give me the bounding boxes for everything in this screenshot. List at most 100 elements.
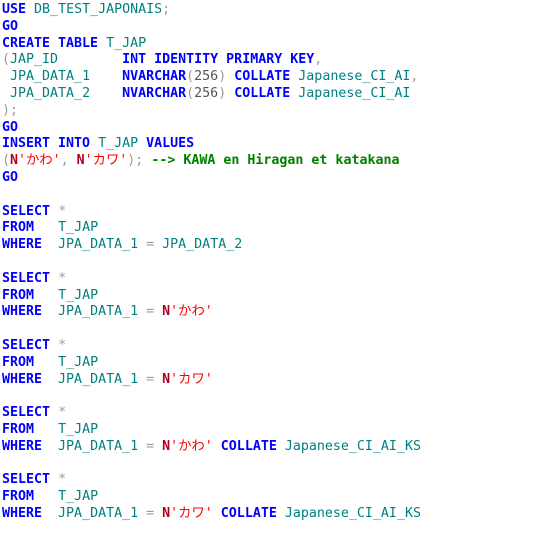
code-line: GO — [2, 19, 534, 36]
code-line: SELECT * — [2, 472, 534, 489]
code-token-pun: ( — [186, 69, 195, 85]
code-token-npfx: N — [162, 505, 171, 521]
code-token-kw: CREATE TABLE — [2, 35, 99, 51]
code-token-kw: GO — [2, 169, 19, 185]
code-token-kw: FROM — [2, 287, 35, 303]
code-token-kw: SELECT — [2, 337, 51, 353]
code-token-kw: FROM — [2, 421, 35, 437]
code-token-id: JPA_DATA_1 — [10, 69, 91, 85]
code-token-star: * — [58, 405, 67, 421]
code-token-kw: SELECT — [2, 472, 51, 488]
code-token-pun: ( — [2, 153, 11, 169]
code-token-pun: = — [146, 237, 155, 253]
code-token-cmt: --> KAWA en Hiragan et katakana — [151, 153, 400, 169]
code-token-pun: = — [146, 371, 155, 387]
code-token-pun: ( — [2, 52, 11, 68]
code-token-str: 'かわ' — [18, 153, 61, 169]
code-token-kw: NVARCHAR — [122, 69, 187, 85]
code-token-npfx: N — [162, 438, 171, 454]
code-token-id: DB_TEST_JAPONAIS — [34, 2, 163, 17]
code-token-pun: = — [146, 505, 155, 521]
code-token-str: 'カワ' — [170, 505, 213, 521]
sql-code-listing[interactable]: USE DB_TEST_JAPONAIS; GO CREATE TABLE T_JA… — [0, 0, 534, 523]
code-token-pun: = — [146, 304, 155, 320]
code-token-id: JPA_DATA_1 — [58, 505, 139, 521]
code-token-id: Japanese_CI_AI_KS — [284, 505, 421, 521]
code-token-pun: , — [60, 153, 77, 169]
code-token-pun: ); — [127, 153, 152, 169]
code-line: SELECT * — [2, 405, 534, 422]
code-token-pun: ( — [186, 85, 195, 101]
code-token-kw: WHERE — [2, 505, 43, 521]
code-line: USE DB_TEST_JAPONAIS; — [2, 2, 534, 19]
code-token-id: Japanese_CI_AI — [298, 69, 411, 85]
code-token-npfx: N — [162, 304, 171, 320]
code-token-kw: NVARCHAR — [122, 85, 187, 101]
code-line: WHERE JPA_DATA_1 = N'カワ' COLLATE Japanes… — [2, 506, 534, 523]
code-line: SELECT * — [2, 338, 534, 355]
code-line: WHERE JPA_DATA_1 = N'かわ' — [2, 304, 534, 321]
code-token-kw: WHERE — [2, 237, 43, 253]
code-token-star: * — [58, 472, 67, 488]
code-token-kw: COLLATE — [220, 505, 277, 521]
code-token-id: T_JAP — [58, 287, 99, 303]
code-line: WHERE JPA_DATA_1 = JPA_DATA_2 — [2, 237, 534, 254]
code-token-id: Japanese_CI_AI — [298, 85, 411, 101]
code-token-kw: USE — [2, 2, 27, 17]
code-token-kw: FROM — [2, 489, 35, 505]
code-token-str: 'かわ' — [170, 304, 213, 320]
code-token-pun: ); — [2, 102, 19, 118]
code-token-id: JPA_DATA_1 — [58, 237, 139, 253]
code-token-num: 256 — [194, 85, 219, 101]
code-line: INSERT INTO T_JAP VALUES — [2, 136, 534, 153]
code-token-kw: SELECT — [2, 203, 51, 219]
code-line: SELECT * — [2, 204, 534, 221]
code-token-id: Japanese_CI_AI_KS — [284, 438, 421, 454]
code-line: FROM T_JAP — [2, 422, 534, 439]
code-token-kw: GO — [2, 18, 19, 34]
code-token-npfx: N — [162, 371, 171, 387]
code-token-pun: , — [314, 52, 323, 68]
code-token-npfx: N — [10, 153, 19, 169]
code-token-id: T_JAP — [58, 421, 99, 437]
code-line: FROM T_JAP — [2, 220, 534, 237]
code-line: (N'かわ', N'カワ'); --> KAWA en Hiragan et k… — [2, 153, 534, 170]
code-token-id: T_JAP — [98, 136, 139, 152]
code-line: WHERE JPA_DATA_1 = N'カワ' — [2, 372, 534, 389]
code-token-kw: SELECT — [2, 270, 51, 286]
code-token-kw: GO — [2, 119, 19, 135]
code-token-star: * — [58, 337, 67, 353]
code-token-kw: VALUES — [146, 136, 195, 152]
code-token-kw: COLLATE — [220, 438, 277, 454]
code-token-kw: COLLATE — [234, 69, 291, 85]
code-line: FROM T_JAP — [2, 288, 534, 305]
code-token-pun: , — [410, 69, 419, 85]
code-line: JPA_DATA_2 NVARCHAR(256) COLLATE Japanes… — [2, 86, 534, 103]
